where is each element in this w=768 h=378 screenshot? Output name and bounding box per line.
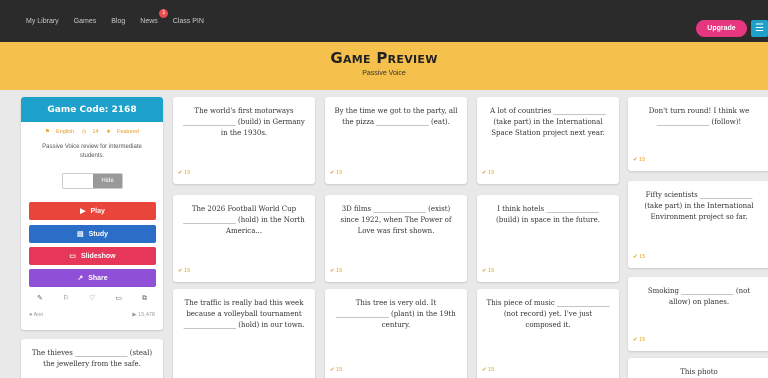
menu-icon[interactable]: ☰ bbox=[751, 20, 768, 37]
panel-footer: ● Ann ▶ 15,478 bbox=[29, 312, 155, 318]
question-card[interactable]: 3D films _______________ (exist) since 1… bbox=[325, 195, 467, 282]
folder-icon[interactable]: ▭ bbox=[115, 294, 122, 303]
play-label: Play bbox=[90, 207, 105, 215]
author-name: Ann bbox=[33, 312, 44, 318]
study-label: Study bbox=[88, 230, 109, 238]
count-label: 14 bbox=[92, 129, 99, 135]
question-card[interactable]: The traffic is really bad this week beca… bbox=[173, 289, 315, 378]
card-text: This tree is very old. It ______________… bbox=[336, 299, 456, 329]
game-code: Game Code: 2168 bbox=[21, 97, 163, 122]
toggle-left[interactable] bbox=[63, 174, 93, 188]
question-card[interactable]: This tree is very old. It ______________… bbox=[325, 289, 467, 378]
card-text: I think hotels _______________ (build) i… bbox=[496, 205, 600, 224]
study-button[interactable]: ▤ Study bbox=[29, 225, 156, 243]
check-icon: ✔ 15 bbox=[633, 254, 646, 260]
flag-icon[interactable]: ⚐ bbox=[63, 294, 69, 303]
check-icon: ✔ 15 bbox=[330, 268, 343, 274]
top-navbar: My Library Games Blog News 1 Class PIN Up… bbox=[0, 0, 768, 42]
question-card[interactable]: The world's first motorways ____________… bbox=[173, 97, 315, 184]
question-card[interactable]: Fifty scientists _______________ (take p… bbox=[628, 181, 768, 268]
language-label: English bbox=[55, 129, 75, 135]
nav-games[interactable]: Games bbox=[74, 18, 97, 25]
featured-label: Featured bbox=[116, 129, 139, 135]
play-count-value: 15,478 bbox=[138, 312, 155, 318]
share-icon: ↗ bbox=[77, 275, 84, 282]
nav-news[interactable]: News 1 bbox=[140, 8, 169, 25]
game-description: Passive Voice review for intermediate st… bbox=[42, 144, 142, 159]
slideshow-label: Slideshow bbox=[81, 252, 116, 260]
edit-icon[interactable]: ✎ bbox=[37, 294, 43, 303]
question-card[interactable]: By the time we got to the party, all the… bbox=[325, 97, 467, 184]
slideshow-button[interactable]: ▭ Slideshow bbox=[29, 247, 156, 265]
check-icon: ✔ 15 bbox=[330, 170, 343, 176]
author[interactable]: ● Ann bbox=[29, 312, 43, 318]
hide-toggle[interactable]: Hide bbox=[62, 173, 123, 189]
heart-icon[interactable]: ♡ bbox=[89, 294, 95, 303]
book-icon: ▤ bbox=[76, 231, 84, 238]
check-icon: ✔ 15 bbox=[633, 337, 646, 343]
nav-my-library[interactable]: My Library bbox=[26, 18, 59, 25]
question-card[interactable]: This photo bbox=[628, 358, 768, 378]
news-badge: 1 bbox=[159, 8, 169, 18]
play-count: ▶ 15,478 bbox=[132, 312, 155, 318]
card-text: The thieves _______________ (steal) the … bbox=[31, 349, 153, 368]
play-button[interactable]: ▶ Play bbox=[29, 202, 156, 220]
card-text: Fifty scientists _______________ (take p… bbox=[644, 191, 754, 221]
question-card[interactable]: Don't turn round! I think we ___________… bbox=[628, 97, 768, 171]
check-icon: ✔ 15 bbox=[633, 157, 646, 163]
card-text: 3D films _______________ (exist) since 1… bbox=[340, 205, 452, 235]
check-icon: ✔ 15 bbox=[482, 170, 495, 176]
question-card[interactable]: This piece of music _______________ (not… bbox=[477, 289, 619, 378]
card-text: Don't turn round! I think we ___________… bbox=[648, 107, 750, 126]
play-icon: ▶ bbox=[80, 208, 86, 215]
nav-news-label: News bbox=[140, 17, 158, 25]
question-card[interactable]: Smoking _______________ (not allow) on p… bbox=[628, 277, 768, 351]
flag-icon: ⚑ bbox=[45, 129, 50, 135]
check-icon: ✔ 15 bbox=[178, 170, 191, 176]
card-text: A lot of countries _______________ (take… bbox=[490, 107, 606, 137]
nav-class-pin[interactable]: Class PIN bbox=[173, 18, 204, 25]
card-text: This piece of music _______________ (not… bbox=[486, 299, 610, 329]
clock-icon: ◷ bbox=[81, 129, 87, 135]
card-text: By the time we got to the party, all the… bbox=[334, 107, 458, 126]
game-info-panel: Game Code: 2168 ⚑ English ◷ 14 ★ Featured P… bbox=[21, 97, 163, 330]
share-button[interactable]: ↗ Share bbox=[29, 269, 156, 287]
page-header: Game Preview Passive Voice bbox=[0, 42, 768, 90]
page-title: Game Preview bbox=[330, 49, 438, 67]
card-text: The traffic is really bad this week beca… bbox=[183, 299, 305, 329]
check-icon: ✔ 15 bbox=[178, 268, 191, 274]
card-text: This photo bbox=[680, 368, 718, 376]
upgrade-button[interactable]: Upgrade bbox=[696, 20, 747, 37]
card-text: The 2026 Football World Cup ____________… bbox=[183, 205, 305, 235]
page-subtitle: Passive Voice bbox=[362, 70, 406, 77]
check-icon: ✔ 15 bbox=[330, 367, 343, 373]
question-card[interactable]: The 2026 Football World Cup ____________… bbox=[173, 195, 315, 282]
check-icon: ✔ 15 bbox=[482, 268, 495, 274]
card-text: Smoking _______________ (not allow) on p… bbox=[647, 287, 751, 306]
copy-icon[interactable]: ⧉ bbox=[142, 294, 147, 303]
star-icon: ★ bbox=[106, 129, 111, 135]
nav-blog[interactable]: Blog bbox=[111, 18, 125, 25]
tool-row: ✎ ⚐ ♡ ▭ ⧉ bbox=[27, 294, 157, 303]
share-label: Share bbox=[88, 274, 108, 282]
question-card[interactable]: I think hotels _______________ (build) i… bbox=[477, 195, 619, 282]
question-card[interactable]: The thieves _______________ (steal) the … bbox=[21, 339, 163, 378]
card-text: The world's first motorways ____________… bbox=[183, 107, 305, 137]
main-nav: My Library Games Blog News 1 Class PIN bbox=[26, 8, 204, 25]
game-meta: ⚑ English ◷ 14 ★ Featured bbox=[21, 129, 163, 135]
question-card[interactable]: A lot of countries _______________ (take… bbox=[477, 97, 619, 184]
screen-icon: ▭ bbox=[69, 253, 76, 260]
check-icon: ✔ 15 bbox=[482, 367, 495, 373]
hide-label[interactable]: Hide bbox=[92, 174, 122, 188]
